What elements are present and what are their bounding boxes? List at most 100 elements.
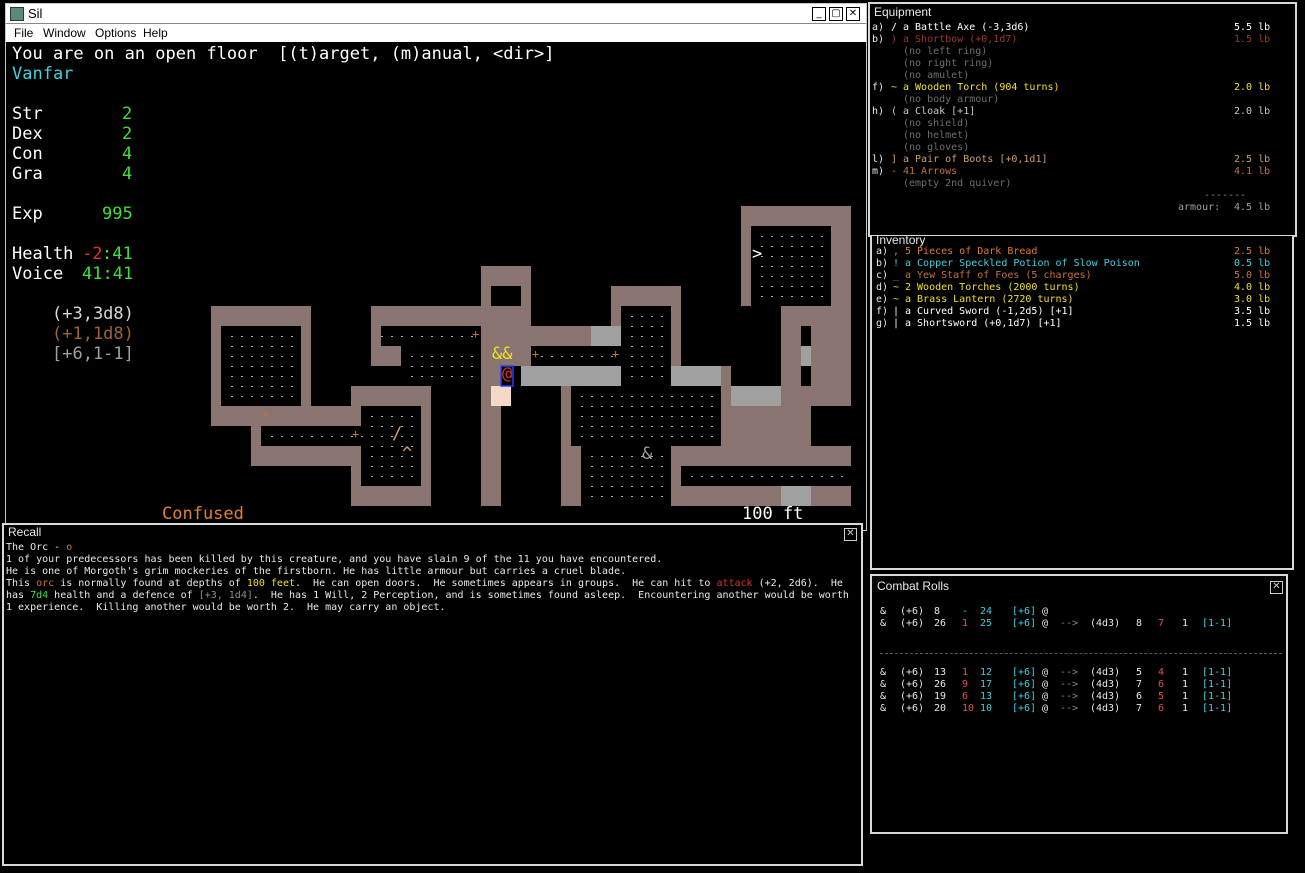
recall-close-icon[interactable]: ✕ bbox=[844, 528, 857, 541]
monster-orcs[interactable]: && bbox=[492, 344, 512, 364]
health-label: Health bbox=[12, 244, 74, 264]
door-glyph[interactable]: + bbox=[532, 344, 539, 364]
floor-dot bbox=[821, 236, 823, 237]
floor-dot bbox=[251, 336, 253, 337]
inventory-weight: 0.5 lb bbox=[1234, 258, 1271, 269]
menu-file[interactable]: File bbox=[14, 26, 33, 40]
equipment-weight: 1.5 lb bbox=[1234, 34, 1271, 45]
stat-gra-label: Gra bbox=[12, 164, 43, 184]
combat-roll-cell: --> bbox=[1060, 703, 1079, 714]
floor-dot bbox=[671, 436, 673, 437]
floor-dot bbox=[621, 496, 623, 497]
weapon-glyph[interactable]: / bbox=[392, 424, 402, 444]
floor-dot bbox=[781, 246, 783, 247]
dungeon-map[interactable] bbox=[6, 4, 867, 531]
door-glyph[interactable]: + bbox=[262, 404, 269, 424]
floor-dot bbox=[701, 416, 703, 417]
floor-dot bbox=[381, 416, 383, 417]
recall-line: 1 of your predecessors has been killed b… bbox=[6, 554, 663, 565]
floor-dot bbox=[691, 396, 693, 397]
menu-options[interactable]: Options bbox=[95, 26, 136, 40]
combat-roll-cell: 4 bbox=[1158, 667, 1165, 678]
floor-dot bbox=[791, 476, 793, 477]
combat-roll-cell: (4d3) bbox=[1090, 703, 1121, 714]
combat-roll-cell: 1 bbox=[1182, 618, 1189, 629]
monster-glyph[interactable]: & bbox=[642, 444, 652, 464]
floor-dot bbox=[271, 366, 273, 367]
floor-dot bbox=[581, 406, 583, 407]
stairs-glyph[interactable]: > bbox=[752, 244, 762, 264]
floor-dot bbox=[661, 426, 663, 427]
floor-dot bbox=[811, 296, 813, 297]
combat-roll-cell: 10 bbox=[980, 703, 993, 714]
floor-dot bbox=[661, 356, 663, 357]
floor-dot bbox=[591, 476, 593, 477]
close-button[interactable]: ✕ bbox=[846, 7, 860, 21]
floor-dot bbox=[601, 496, 603, 497]
floor-dot bbox=[771, 476, 773, 477]
equipment-slot: m) bbox=[872, 166, 885, 177]
combat-roll-cell: 8 bbox=[934, 606, 941, 617]
floor-dot bbox=[321, 436, 323, 437]
equipment-slot: l) bbox=[872, 154, 885, 165]
floor-dot bbox=[451, 376, 453, 377]
menu-window[interactable]: Window bbox=[43, 26, 86, 40]
floor-dot bbox=[271, 386, 273, 387]
combat-roll-cell: [1-1] bbox=[1202, 703, 1233, 714]
combat-roll-cell: 6 bbox=[1158, 703, 1165, 714]
combat-roll-cell: 20 bbox=[934, 703, 947, 714]
floor-dot bbox=[581, 396, 583, 397]
combat-roll-cell: 19 bbox=[934, 691, 947, 702]
trap-glyph[interactable]: ^ bbox=[402, 444, 412, 464]
stat-dex-label: Dex bbox=[12, 124, 43, 144]
floor-dot bbox=[431, 336, 433, 337]
combat-roll-cell: & bbox=[880, 679, 887, 690]
floor-dot bbox=[701, 476, 703, 477]
floor-dot bbox=[591, 356, 593, 357]
depth-indicator: 100 ft bbox=[742, 504, 804, 524]
floor-dot bbox=[631, 366, 633, 367]
floor-dot bbox=[661, 476, 663, 477]
floor-dot bbox=[591, 426, 593, 427]
inventory-name: 5 Pieces of Dark Bread bbox=[905, 246, 1038, 257]
maximize-button[interactable]: ▢ bbox=[829, 7, 843, 21]
floor-dot bbox=[231, 386, 233, 387]
floor-dot bbox=[601, 436, 603, 437]
floor-dot bbox=[581, 356, 583, 357]
door-glyph[interactable]: + bbox=[352, 424, 359, 444]
title-bar[interactable]: Sil _ ▢ ✕ bbox=[6, 4, 866, 24]
combat-roll-cell: 1 bbox=[1182, 691, 1189, 702]
floor-dot bbox=[271, 336, 273, 337]
floor-dot bbox=[781, 236, 783, 237]
floor-dot bbox=[641, 376, 643, 377]
floor-dot bbox=[661, 396, 663, 397]
floor-dot bbox=[641, 316, 643, 317]
floor-dot bbox=[241, 366, 243, 367]
minimize-button[interactable]: _ bbox=[812, 7, 826, 21]
floor-dot bbox=[391, 476, 393, 477]
floor-dot bbox=[461, 336, 463, 337]
floor-dot bbox=[591, 456, 593, 457]
floor-dot bbox=[431, 366, 433, 367]
floor-dot bbox=[411, 476, 413, 477]
floor-dot bbox=[271, 436, 273, 437]
equipment-symbol: ) bbox=[891, 34, 898, 45]
door-glyph[interactable]: + bbox=[612, 344, 619, 364]
equipment-name: (no body armour) bbox=[903, 94, 1000, 105]
lit-floor bbox=[521, 326, 811, 506]
floor-dot bbox=[381, 436, 383, 437]
combat-roll-cell: @ bbox=[1042, 679, 1049, 690]
floor-dot bbox=[291, 376, 293, 377]
floor-dot bbox=[661, 496, 663, 497]
door-glyph[interactable]: + bbox=[472, 324, 479, 344]
floor-dot bbox=[601, 466, 603, 467]
player-glyph[interactable]: @ bbox=[502, 364, 512, 384]
floor-dot bbox=[261, 386, 263, 387]
combat-roll-cell: & bbox=[880, 606, 887, 617]
floor-dot bbox=[431, 376, 433, 377]
menu-help[interactable]: Help bbox=[143, 26, 168, 40]
floor-dot bbox=[641, 466, 643, 467]
combat-close-icon[interactable]: ✕ bbox=[1270, 581, 1283, 594]
floor-dot bbox=[631, 316, 633, 317]
floor-dot bbox=[631, 456, 633, 457]
